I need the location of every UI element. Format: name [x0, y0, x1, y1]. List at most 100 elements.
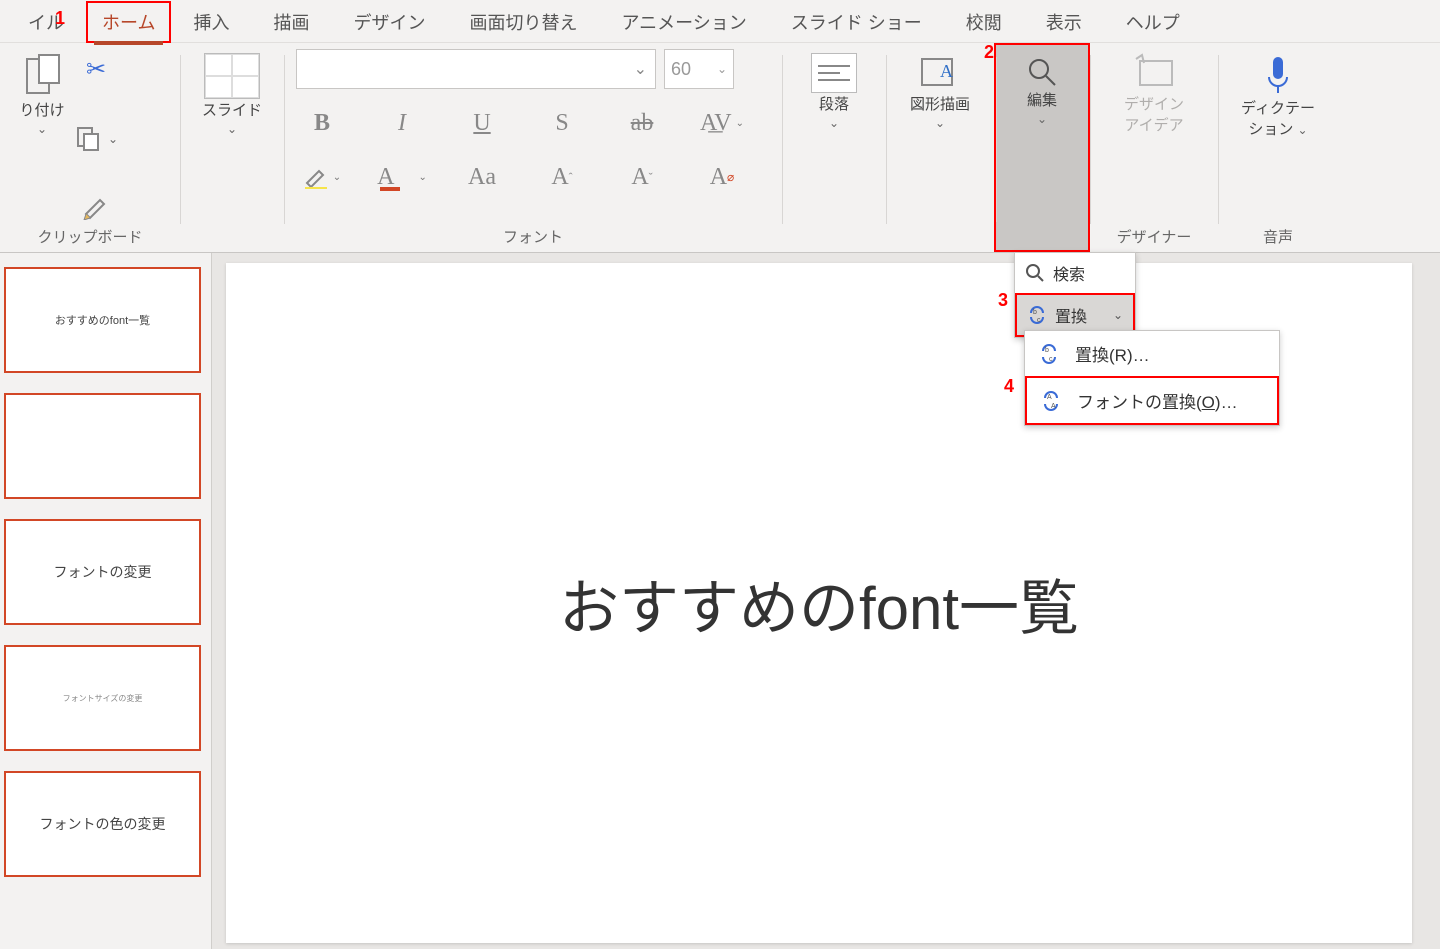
menu-item-search[interactable]: 検索 [1015, 253, 1135, 293]
editing-label: 編集 [1027, 89, 1057, 110]
menu-item-label: 置換 [1055, 303, 1087, 327]
clear-format-button[interactable]: A⌀ [696, 157, 748, 197]
tab-view[interactable]: 表示 [1024, 3, 1104, 41]
design-ideas-button[interactable]: デザイン アイデア [1120, 49, 1188, 226]
chevron-down-icon: ⌄ [1037, 112, 1047, 126]
tab-design[interactable]: デザイン [331, 3, 447, 41]
paragraph-icon [811, 53, 857, 93]
tab-draw[interactable]: 描画 [251, 3, 331, 41]
svg-text:A: A [940, 61, 953, 81]
font-size-value: 60 [671, 59, 691, 80]
shrink-font-button[interactable]: Aˇ [616, 157, 668, 197]
chevron-down-icon: ⌄ [935, 116, 945, 130]
thumbnail-pane[interactable]: おすすめのfont一覧 フォントの変更 フォントサイズの変更 フォントの色の変更 [0, 253, 212, 949]
menu-item-replace-font[interactable]: AA フォントの置換(O)… [1025, 376, 1279, 425]
ribbon: り付け ⌄ ✂ ⌄ クリップボード [0, 42, 1440, 252]
slide-thumbnail[interactable]: フォントサイズの変更 [4, 645, 201, 751]
copy-button[interactable]: ⌄ [72, 118, 120, 158]
paragraph-button[interactable]: 段落 ⌄ [807, 49, 861, 226]
shape-text-icon: A [918, 53, 962, 93]
format-painter-button[interactable] [72, 186, 120, 226]
tab-help[interactable]: ヘルプ [1104, 3, 1202, 41]
replace-font-icon: AA [1041, 390, 1063, 412]
menu-item-label: 検索 [1053, 261, 1085, 285]
search-icon [1025, 55, 1059, 89]
new-slide-button[interactable]: スライド ⌄ [198, 49, 266, 226]
replace-icon: bc [1039, 343, 1061, 365]
svg-text:c: c [1037, 317, 1041, 324]
tab-insert[interactable]: 挿入 [171, 3, 251, 41]
replace-submenu: bc 置換(R)… AA フォントの置換(O)… [1024, 330, 1280, 426]
font-size-select[interactable]: 60⌄ [664, 49, 734, 89]
tab-review[interactable]: 校閲 [944, 3, 1024, 41]
slide-title-text[interactable]: おすすめのfont一覧 [559, 560, 1079, 647]
tab-home[interactable]: ホーム [86, 1, 171, 43]
group-editing: 編集 ⌄ [994, 43, 1090, 252]
tab-slideshow[interactable]: スライド ショー [769, 3, 944, 41]
highlighter-icon [303, 165, 329, 189]
chevron-down-icon: ⌄ [1113, 308, 1123, 322]
editing-dropdown: 検索 bc 置換 ⌄ [1014, 252, 1136, 338]
slide-thumbnail[interactable] [4, 393, 201, 499]
strike-button[interactable]: ab [616, 103, 668, 143]
menu-item-replace-text[interactable]: bc 置換(R)… [1025, 331, 1279, 376]
drawing-label: 図形描画 [910, 93, 970, 114]
dictate-button[interactable]: ディクテー ション ⌄ [1237, 49, 1319, 226]
tab-transitions[interactable]: 画面切り替え [447, 3, 599, 41]
change-case-button[interactable]: Aa [456, 157, 508, 197]
editing-button[interactable]: 編集 ⌄ [1021, 51, 1063, 224]
group-font: ⌄ 60⌄ B I U S ab A͟V⌄ ⌄ A⌄ Aa Aˆ Aˇ A⌀ [284, 43, 782, 252]
paste-button[interactable]: り付け ⌄ [12, 49, 72, 226]
chevron-down-icon: ⌄ [108, 132, 118, 146]
italic-button[interactable]: I [376, 103, 428, 143]
grow-font-button[interactable]: Aˆ [536, 157, 588, 197]
group-voice: ディクテー ション ⌄ 音声 [1218, 43, 1338, 252]
ribbon-tabs: イル ホーム 挿入 描画 デザイン 画面切り替え アニメーション スライド ショ… [0, 2, 1440, 42]
menu-item-label: フォントの置換(O)… [1077, 388, 1238, 413]
tab-animations[interactable]: アニメーション [599, 3, 768, 41]
svg-text:b: b [1045, 347, 1049, 354]
chevron-down-icon: ⌄ [1298, 123, 1308, 137]
group-drawing: A 図形描画 ⌄ [886, 43, 994, 252]
chevron-down-icon: ⌄ [227, 122, 237, 136]
design-ideas-icon [1130, 53, 1178, 93]
svg-text:c: c [1049, 356, 1053, 363]
brush-icon [82, 192, 110, 220]
svg-text:A: A [1051, 403, 1056, 410]
drawing-button[interactable]: A 図形描画 ⌄ [906, 49, 974, 226]
svg-text:b: b [1033, 309, 1037, 316]
menu-item-label: 置換(R)… [1075, 341, 1150, 366]
slide-thumbnail[interactable]: フォントの色の変更 [4, 771, 201, 877]
dictate-l1: ディクテー [1241, 97, 1315, 118]
replace-icon: bc [1027, 305, 1047, 325]
search-icon [1025, 263, 1045, 283]
underline-button[interactable]: U [456, 103, 508, 143]
slide-layout-icon [204, 53, 260, 99]
chevron-down-icon: ⌄ [37, 122, 47, 136]
group-label: デザイナー [1102, 226, 1206, 250]
group-clipboard: り付け ⌄ ✂ ⌄ クリップボード [0, 43, 180, 252]
chevron-down-icon: ⌄ [829, 116, 839, 130]
tab-file[interactable]: イル [6, 3, 86, 41]
paste-label: り付け [19, 99, 64, 120]
design-ideas-l2: アイデア [1124, 114, 1183, 135]
group-label: フォント [296, 226, 770, 250]
group-paragraph: 段落 ⌄ [782, 43, 886, 252]
paragraph-label: 段落 [819, 93, 849, 114]
font-color-button[interactable]: A⌄ [376, 157, 428, 197]
group-label: クリップボード [12, 226, 168, 250]
char-spacing-button[interactable]: A͟V⌄ [696, 103, 748, 143]
scissors-icon: ✂ [86, 55, 106, 84]
svg-text:A: A [1047, 394, 1052, 401]
dictate-l2: ション [1248, 121, 1293, 138]
group-label: 音声 [1230, 226, 1326, 250]
highlight-button[interactable]: ⌄ [296, 157, 348, 197]
slide-thumbnail[interactable]: おすすめのfont一覧 [4, 267, 201, 373]
slide-label: スライド [202, 99, 262, 120]
shadow-button[interactable]: S [536, 103, 588, 143]
microphone-icon [1263, 53, 1293, 97]
slide-thumbnail[interactable]: フォントの変更 [4, 519, 201, 625]
bold-button[interactable]: B [296, 103, 348, 143]
cut-button[interactable]: ✂ [72, 49, 120, 89]
font-name-select[interactable]: ⌄ [296, 49, 656, 89]
